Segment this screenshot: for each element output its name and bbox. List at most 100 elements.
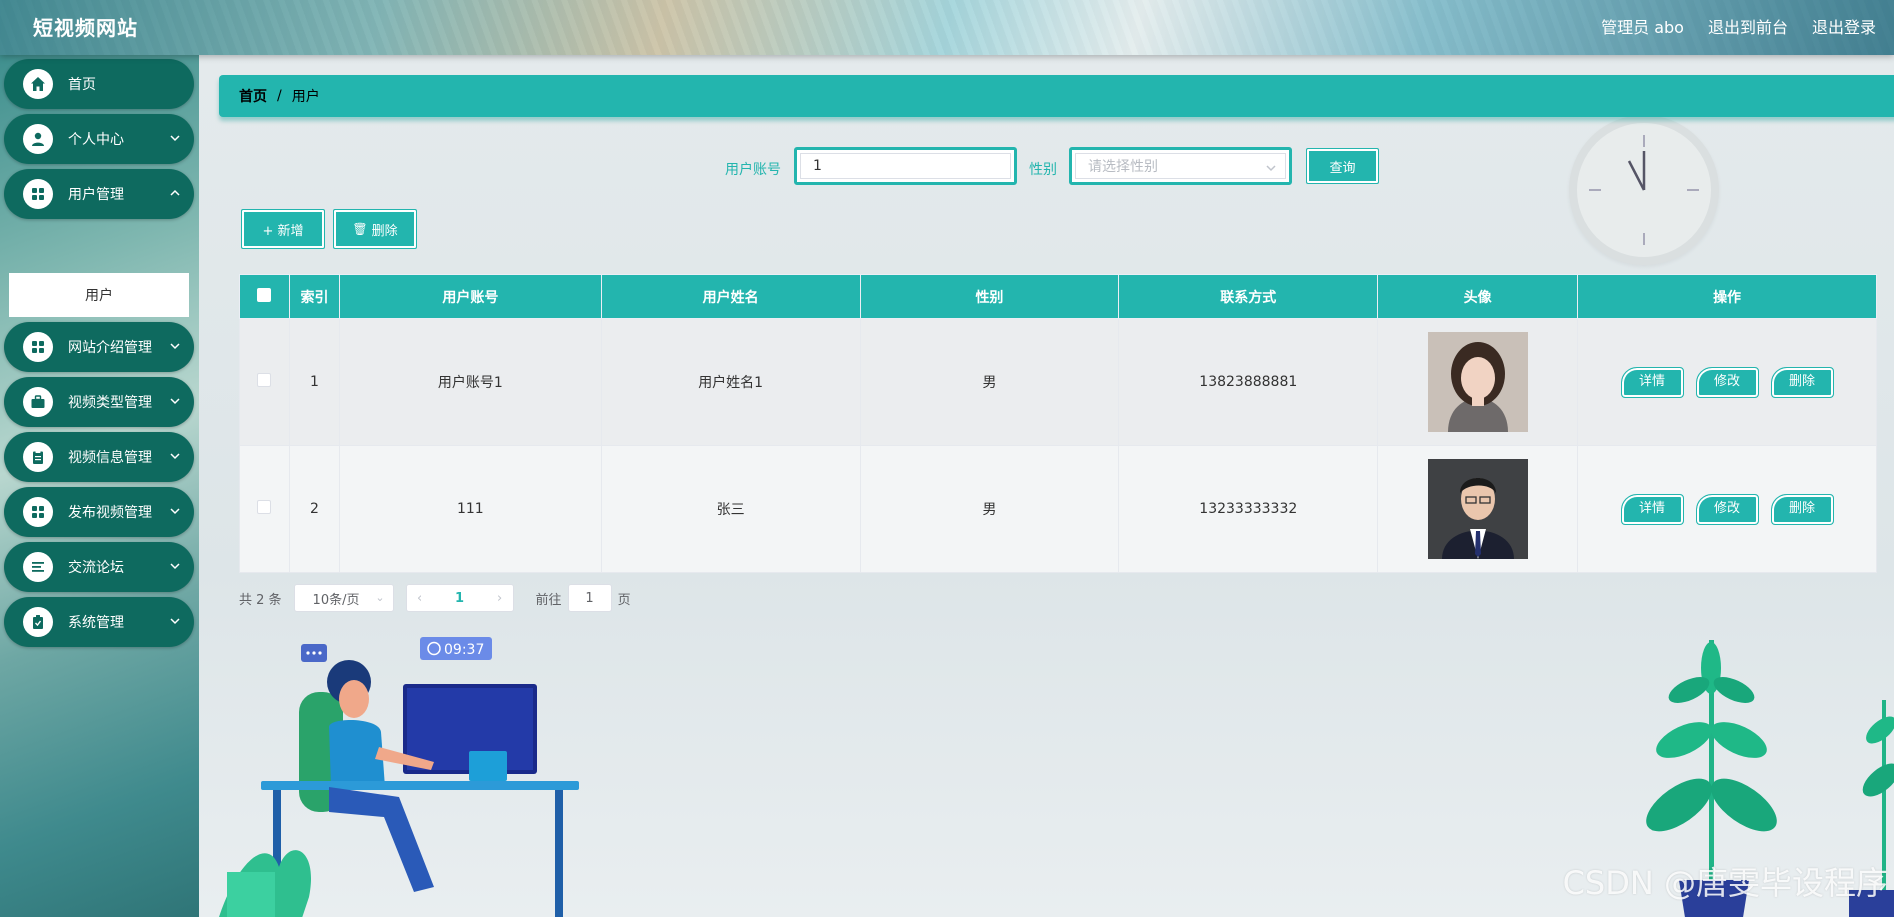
select-all-cell[interactable]	[239, 274, 290, 319]
grid-icon	[23, 332, 53, 362]
prev-page-icon[interactable]: ‹	[407, 591, 433, 606]
col-index: 索引	[288, 274, 340, 319]
chevron-down-icon	[168, 559, 182, 573]
detail-button[interactable]: 详情	[1620, 366, 1684, 398]
admin-label: 管理员 abo	[1601, 18, 1684, 37]
grid-icon	[23, 179, 53, 209]
sidebar-item-home[interactable]: 首页	[4, 59, 194, 109]
row-checkbox[interactable]	[257, 373, 272, 387]
col-avatar: 头像	[1377, 274, 1579, 319]
gender-select[interactable]: 请选择性别	[1069, 147, 1292, 185]
breadcrumb-home[interactable]: 首页	[239, 86, 267, 106]
sidebar: 首页 个人中心 用户管理 用户 网站介绍管理 视频类型管理 视频信息管理 发布视…	[0, 55, 199, 917]
chevron-down-icon: ⌄	[375, 591, 385, 604]
avatar	[1427, 332, 1528, 432]
sidebar-item-video-type[interactable]: 视频类型管理	[4, 377, 194, 427]
breadcrumb-separator: /	[277, 88, 282, 104]
goto-page-value[interactable]: 1	[585, 591, 593, 606]
gender-select-placeholder: 请选择性别	[1075, 153, 1286, 179]
add-button[interactable]: + 新增	[241, 209, 325, 249]
list-icon	[23, 552, 53, 582]
user-table: 索引 用户账号 用户姓名 性别 联系方式 头像 操作 1 用户账号1 用户姓名1…	[239, 274, 1877, 573]
logout-link[interactable]: 退出登录	[1812, 14, 1876, 38]
chevron-down-icon	[1265, 162, 1277, 174]
chevron-down-icon	[168, 131, 182, 145]
main-content: 首页 / 用户 用户账号 1 性别 请选择性别 查询 + 新增 🗑 删除 索引 …	[199, 55, 1894, 917]
grid-icon	[23, 497, 53, 527]
edit-button[interactable]: 修改	[1695, 493, 1759, 525]
page-suffix: 页	[617, 592, 631, 608]
cell-actions: 详情 修改 删除	[1577, 318, 1877, 446]
detail-button[interactable]: 详情	[1620, 493, 1684, 525]
col-name: 用户姓名	[600, 274, 861, 319]
avatar	[1427, 459, 1528, 559]
page-size-select[interactable]: 10条/页 ⌄	[293, 584, 394, 612]
chevron-down-icon	[168, 339, 182, 353]
col-actions: 操作	[1577, 274, 1877, 319]
goto-page-input[interactable]: 1	[567, 584, 612, 612]
chevron-down-icon	[168, 449, 182, 463]
cell-phone: 13823888881	[1118, 318, 1379, 446]
sidebar-item-label: 系统管理	[68, 615, 124, 631]
col-gender: 性别	[859, 274, 1120, 319]
office-illustration: 09:37	[219, 637, 579, 917]
cell-phone: 13233333332	[1118, 445, 1379, 573]
sidebar-item-label: 交流论坛	[68, 560, 124, 576]
breadcrumb-current: 用户	[291, 89, 320, 105]
cell-gender: 男	[859, 445, 1120, 573]
cell-name: 用户姓名1	[600, 318, 861, 446]
settings-icon	[23, 607, 53, 637]
cell-index: 2	[288, 445, 340, 573]
sidebar-item-system[interactable]: 系统管理	[4, 597, 194, 647]
clipboard-icon	[23, 442, 53, 472]
pagination-total: 共 2 条	[239, 592, 282, 608]
goto-label: 前往	[535, 592, 562, 608]
sidebar-item-personal-center[interactable]: 个人中心	[4, 114, 194, 164]
table-header-row: 索引 用户账号 用户姓名 性别 联系方式 头像 操作	[239, 274, 1877, 319]
delete-button[interactable]: 删除	[1770, 366, 1834, 398]
sidebar-item-video-info[interactable]: 视频信息管理	[4, 432, 194, 482]
row-checkbox[interactable]	[257, 500, 272, 514]
current-page[interactable]: 1	[433, 591, 487, 606]
sidebar-item-label: 网站介绍管理	[68, 340, 152, 356]
batch-delete-label: 删除	[371, 223, 398, 239]
table-row: 2 111 张三 男 13233333332 详情 修改 删除	[239, 445, 1877, 573]
cell-account: 用户账号1	[338, 318, 602, 446]
account-label: 用户账号	[725, 162, 781, 178]
user-icon	[23, 124, 53, 154]
sidebar-item-label: 首页	[68, 77, 96, 93]
page-size-value: 10条/页	[312, 592, 360, 608]
select-all-checkbox[interactable]	[257, 287, 272, 302]
account-input[interactable]: 1	[794, 147, 1017, 185]
chevron-down-icon	[168, 614, 182, 628]
row-select-cell[interactable]	[239, 318, 290, 446]
sidebar-item-label: 视频信息管理	[68, 450, 152, 466]
batch-delete-button[interactable]: 🗑 删除	[333, 209, 417, 249]
query-button[interactable]: 查询	[1306, 148, 1379, 184]
pagination: 共 2 条 10条/页 ⌄ ‹ 1 › 前往 1 页	[239, 583, 631, 613]
sidebar-item-forum[interactable]: 交流论坛	[4, 542, 194, 592]
sidebar-item-site-intro[interactable]: 网站介绍管理	[4, 322, 194, 372]
delete-button[interactable]: 删除	[1770, 493, 1834, 525]
sidebar-item-publish-video[interactable]: 发布视频管理	[4, 487, 194, 537]
col-phone: 联系方式	[1118, 274, 1379, 319]
gender-label: 性别	[1029, 162, 1057, 178]
sidebar-item-label: 发布视频管理	[68, 505, 152, 521]
top-header: 短视频网站 管理员 abo 退出到前台 退出登录	[0, 0, 1894, 55]
sidebar-subitem-user[interactable]: 用户	[9, 273, 189, 317]
table-row: 1 用户账号1 用户姓名1 男 13823888881 详情 修改 删除	[239, 318, 1877, 446]
account-input-value[interactable]: 1	[800, 153, 1011, 179]
row-select-cell[interactable]	[239, 445, 290, 573]
edit-button[interactable]: 修改	[1695, 366, 1759, 398]
next-page-icon[interactable]: ›	[487, 591, 513, 606]
cell-name: 张三	[600, 445, 861, 573]
sidebar-item-user-management[interactable]: 用户管理	[4, 169, 194, 219]
site-brand: 短视频网站	[33, 16, 138, 40]
briefcase-icon	[23, 387, 53, 417]
chevron-down-icon	[168, 504, 182, 518]
sidebar-item-label: 用户管理	[68, 187, 124, 203]
header-links: 管理员 abo 退出到前台 退出登录	[1601, 14, 1876, 38]
clock-illustration	[1569, 115, 1719, 265]
back-to-front-link[interactable]: 退出到前台	[1708, 14, 1788, 38]
sidebar-item-label: 个人中心	[68, 132, 124, 148]
